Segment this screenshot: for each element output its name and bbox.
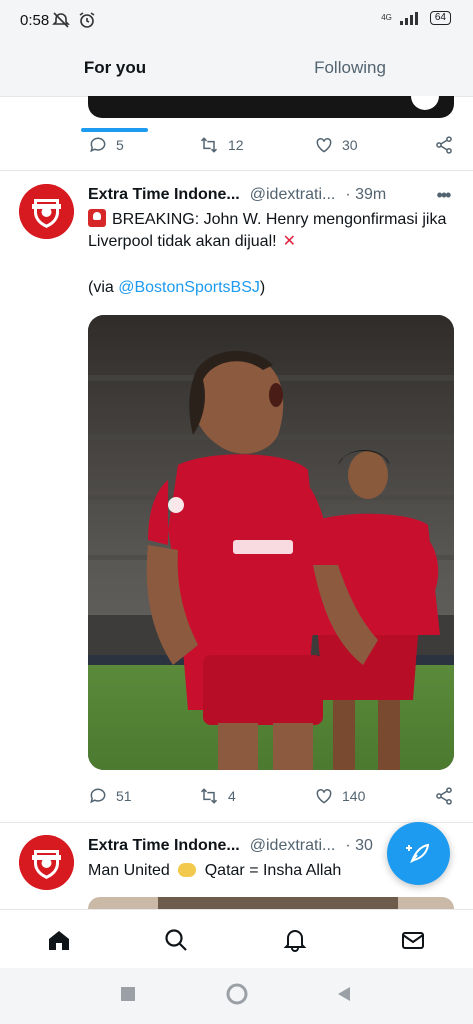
- handshake-icon: [178, 863, 197, 877]
- retweet-button[interactable]: 4: [198, 786, 236, 806]
- reply-button[interactable]: 51: [88, 786, 132, 806]
- square-icon: [121, 987, 135, 1001]
- rotating-light-icon: [88, 209, 106, 227]
- football-photo-illustration: [88, 315, 454, 770]
- retweet-count: 12: [228, 137, 244, 153]
- author-handle[interactable]: @idextrati...: [250, 186, 336, 204]
- compose-icon: [405, 843, 429, 863]
- timeline-tabs: For you Following: [0, 40, 473, 132]
- tweet-photo[interactable]: [88, 315, 454, 770]
- compose-button[interactable]: [387, 822, 450, 885]
- back-button[interactable]: [336, 986, 352, 1007]
- bottom-navigation: [0, 909, 473, 969]
- tweet-text-after: Qatar = Insha Allah: [204, 862, 342, 879]
- cross-mark-icon: ✕: [282, 233, 296, 250]
- nav-messages[interactable]: [383, 910, 443, 969]
- tweet-text: BREAKING: John W. Henry mengonfirmasi ji…: [88, 209, 448, 253]
- mention-link[interactable]: @BostonSportsBSJ: [118, 279, 260, 296]
- nav-search[interactable]: [146, 910, 206, 969]
- alarm-icon: [79, 12, 95, 28]
- signal-icon: [399, 12, 418, 25]
- reply-icon: [90, 137, 106, 153]
- source-suffix: ): [259, 279, 266, 296]
- tab-for-you[interactable]: For you: [80, 40, 150, 96]
- status-bar: 0:58 4G 64: [0, 0, 473, 40]
- like-icon: [316, 137, 332, 153]
- recent-apps-button[interactable]: [120, 986, 136, 1007]
- tweet-time[interactable]: · 30: [345, 837, 373, 855]
- tweet-source-line: (via @BostonSportsBSJ): [88, 277, 448, 299]
- mail-icon: [402, 931, 424, 949]
- reply-count: 5: [116, 137, 124, 153]
- like-count: 140: [342, 788, 366, 804]
- share-icon: [436, 136, 452, 154]
- battery-indicator: 64: [429, 11, 451, 25]
- author-name[interactable]: Extra Time Indone...: [88, 837, 240, 855]
- reply-button[interactable]: 5: [88, 135, 124, 155]
- network-type: 4G: [381, 13, 392, 22]
- tweet-photo-partial[interactable]: [88, 897, 454, 909]
- retweet-count: 4: [228, 788, 236, 804]
- system-navigation-bar: [0, 968, 473, 1024]
- mute-icon: [52, 12, 70, 28]
- like-button[interactable]: 140: [314, 786, 365, 806]
- reply-count: 51: [116, 788, 132, 804]
- circle-icon: [226, 983, 248, 1005]
- previous-tweet-media[interactable]: [88, 96, 454, 118]
- tweet-time[interactable]: · 39m: [345, 186, 386, 204]
- tweet-text-before: Man United: [88, 862, 170, 879]
- tweet-header: Extra Time Indone... @idextrati... · 39m: [88, 183, 448, 207]
- share-icon: [436, 787, 452, 805]
- retweet-icon: [200, 137, 218, 153]
- share-button[interactable]: [434, 135, 454, 155]
- nav-notifications[interactable]: [265, 910, 325, 969]
- reply-icon: [90, 788, 106, 804]
- tweet-text-body: BREAKING: John W. Henry mengonfirmasi ji…: [88, 211, 447, 250]
- like-button[interactable]: 30: [314, 135, 358, 155]
- nav-home[interactable]: [29, 910, 89, 969]
- retweet-icon: [200, 788, 218, 804]
- share-button[interactable]: [434, 786, 454, 806]
- source-prefix: (via: [88, 279, 119, 296]
- search-icon: [165, 928, 187, 951]
- media-bubble-icon: [411, 96, 439, 110]
- back-triangle-icon: [338, 987, 350, 1001]
- more-options-icon[interactable]: •••: [433, 183, 453, 207]
- avatar[interactable]: [19, 184, 74, 239]
- previous-tweet-actions: 5 12 30: [88, 130, 454, 160]
- status-time: 0:58: [20, 12, 50, 29]
- avatar[interactable]: [19, 835, 74, 890]
- tweet-header: Extra Time Indone... @idextrati... · 30: [88, 834, 388, 858]
- tab-following[interactable]: Following: [300, 40, 400, 96]
- home-system-button[interactable]: [226, 983, 248, 1010]
- home-icon: [49, 930, 69, 950]
- tweet-actions: 51 4 140: [88, 781, 454, 811]
- extra-time-logo-icon: [19, 184, 74, 239]
- bell-icon: [283, 929, 307, 952]
- like-icon: [316, 788, 332, 804]
- author-handle[interactable]: @idextrati...: [250, 837, 336, 855]
- author-name[interactable]: Extra Time Indone...: [88, 186, 240, 204]
- like-count: 30: [342, 137, 358, 153]
- retweet-button[interactable]: 12: [198, 135, 244, 155]
- extra-time-logo-icon: [19, 835, 74, 890]
